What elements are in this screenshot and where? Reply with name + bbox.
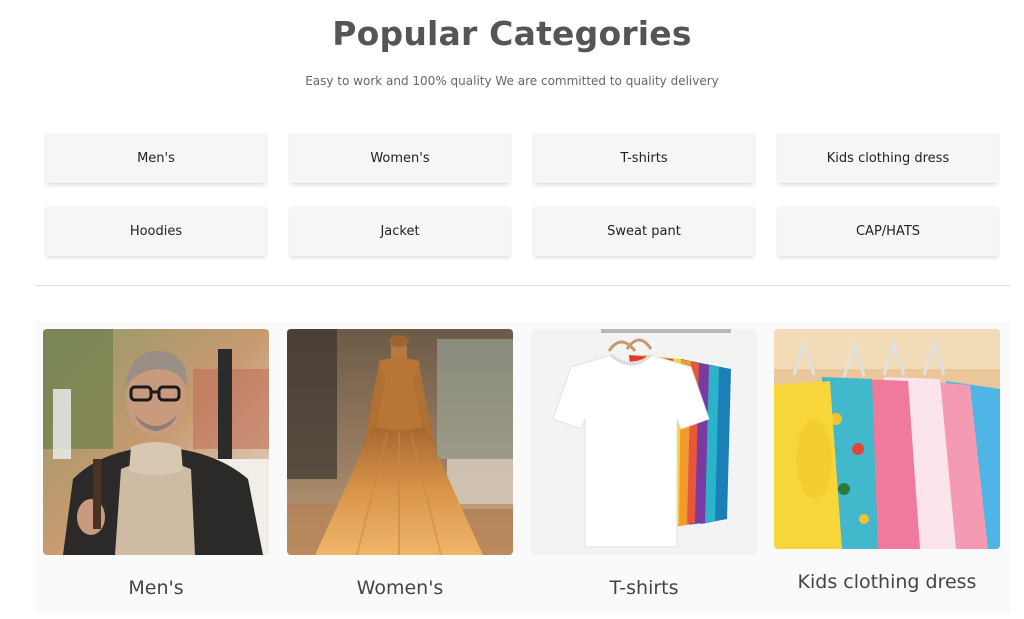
category-button-tshirts[interactable]: T-shirts: [534, 134, 754, 183]
page-subtitle: Easy to work and 100% quality We are com…: [305, 74, 719, 88]
category-button-jacket[interactable]: Jacket: [290, 207, 510, 256]
kids-image: [774, 329, 1000, 549]
tshirts-image: [531, 329, 757, 555]
category-button-cap-hats[interactable]: CAP/HATS: [778, 207, 998, 256]
mens-image: [43, 329, 269, 555]
category-cards: Men's Women's T-shirts Kids clothing dre…: [35, 322, 1010, 612]
card-label-tshirts: T-shirts: [609, 577, 679, 599]
card-label-mens: Men's: [128, 577, 184, 599]
category-card-kids[interactable]: Kids clothing dress: [774, 329, 1000, 612]
category-button-sweat-pant[interactable]: Sweat pant: [534, 207, 754, 256]
card-label-kids: Kids clothing dress: [797, 571, 977, 593]
category-card-mens[interactable]: Men's: [43, 329, 269, 612]
category-button-kids[interactable]: Kids clothing dress: [778, 134, 998, 183]
card-label-womens: Women's: [356, 577, 444, 599]
category-button-womens[interactable]: Women's: [290, 134, 510, 183]
page-title: Popular Categories: [332, 14, 692, 53]
category-button-grid: Men's Women's T-shirts Kids clothing dre…: [46, 134, 998, 256]
section-divider: [35, 285, 1010, 286]
category-card-tshirts[interactable]: T-shirts: [531, 329, 757, 612]
category-card-womens[interactable]: Women's: [287, 329, 513, 612]
category-button-hoodies[interactable]: Hoodies: [46, 207, 266, 256]
womens-image: [287, 329, 513, 555]
category-button-mens[interactable]: Men's: [46, 134, 266, 183]
